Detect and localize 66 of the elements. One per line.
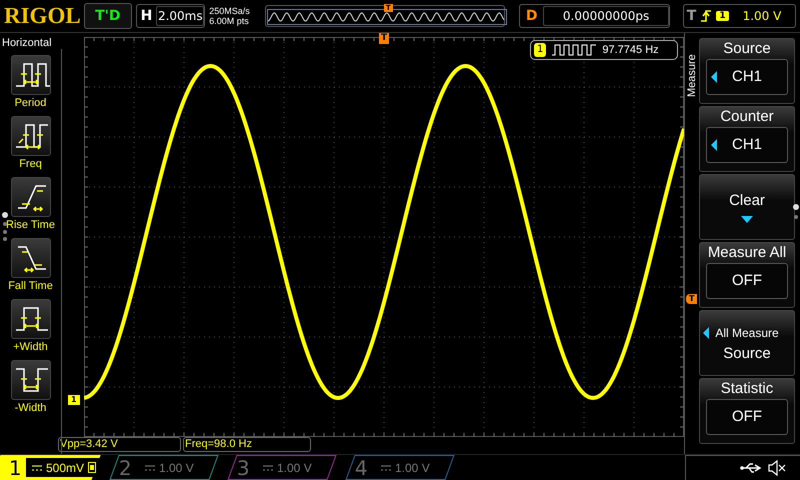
dc-coupling-icon (32, 464, 42, 470)
menu-softkey[interactable]: Source (723, 38, 771, 59)
measure-type-button[interactable] (10, 238, 50, 278)
menu-softkey[interactable]: All Measure Source (700, 310, 794, 375)
trigger-level: 1.00 V (742, 8, 782, 23)
menu-value: OFF (732, 408, 762, 426)
channel-scale: 1.00 V (159, 460, 194, 474)
menu-title: Measure (686, 53, 698, 97)
dc-coupling-icon (381, 464, 391, 470)
speaker-muted-icon (768, 460, 786, 476)
menu-value: CH1 (732, 68, 762, 86)
sample-rate: 250MSa/s (209, 6, 251, 16)
channel-offset-marker: 1 (68, 394, 80, 405)
menu-softkey[interactable]: Statistic (720, 378, 774, 399)
channel-number: 3 (237, 456, 251, 480)
channel-number: 1 (9, 456, 22, 480)
channel-scale: 1.00 V (395, 460, 430, 474)
measure-type-button[interactable] (10, 54, 50, 95)
menu-softkey[interactable]: Measure All (708, 242, 786, 263)
measure-type-label: Freq (19, 156, 42, 172)
measure-type-button[interactable] (10, 176, 50, 217)
softkey-label: All Measure (715, 324, 779, 342)
measure-type-button[interactable] (10, 116, 50, 156)
softkey-label: Source (723, 344, 771, 364)
channel-tab[interactable]: 1 500mV (0, 455, 101, 480)
measurement-readout: Freq=98.0 Hz (183, 436, 311, 452)
menu-value: CH1 (732, 136, 762, 154)
usb-icon (740, 462, 762, 474)
memory-depth: 6.00M pts (209, 16, 250, 26)
trigger-channel-badge: 1 (716, 10, 729, 21)
menu-softkey[interactable]: Clear (700, 174, 794, 239)
down-arrow-icon (741, 216, 753, 223)
trigger-level-marker: T (686, 294, 698, 304)
channel-scale: 500mV (46, 460, 84, 474)
channel-scale: 1.00 V (277, 460, 312, 474)
trigger-position-marker: T (379, 32, 390, 44)
measure-type-label: +Width (13, 340, 48, 355)
measure-type-label: -Width (14, 400, 46, 416)
measure-type-button[interactable] (10, 298, 50, 339)
rising-edge-icon (700, 8, 712, 23)
menu-softkey[interactable]: Counter (720, 106, 774, 127)
counter-value: 97.7745 Hz (602, 44, 659, 56)
channel-number: 4 (355, 456, 369, 480)
channel-number: 2 (119, 456, 133, 480)
channel-tab[interactable]: 4 1.00 V (345, 455, 455, 480)
menu-title: Horizontal (1, 36, 53, 49)
measurement-readout: Vpp=3.42 V (58, 436, 181, 452)
measure-type-label: Period (14, 96, 46, 111)
bandwidth-limit-icon (88, 462, 96, 473)
counter-channel-badge: 1 (534, 42, 546, 57)
menu-value: OFF (732, 272, 762, 290)
run-status: T'D (84, 2, 132, 29)
channel-tab[interactable]: 2 1.00 V (109, 455, 219, 480)
timebase-label: H (140, 8, 154, 24)
square-wave-icon (551, 44, 598, 56)
measure-type-button[interactable] (10, 360, 50, 400)
measure-type-label: Fall Time (8, 278, 53, 294)
channel-tab[interactable]: 3 1.00 V (227, 455, 337, 480)
delay-value: 0.00000000ps (543, 6, 669, 26)
brand-logo: RIGOL (4, 2, 80, 29)
delay-label: D (524, 8, 538, 24)
trigger-label: T (686, 8, 696, 24)
timebase-value: 2.00ms (156, 6, 204, 26)
dc-coupling-icon (145, 464, 155, 470)
dc-coupling-icon (263, 464, 273, 470)
measure-type-label: Rise Time (6, 218, 55, 233)
